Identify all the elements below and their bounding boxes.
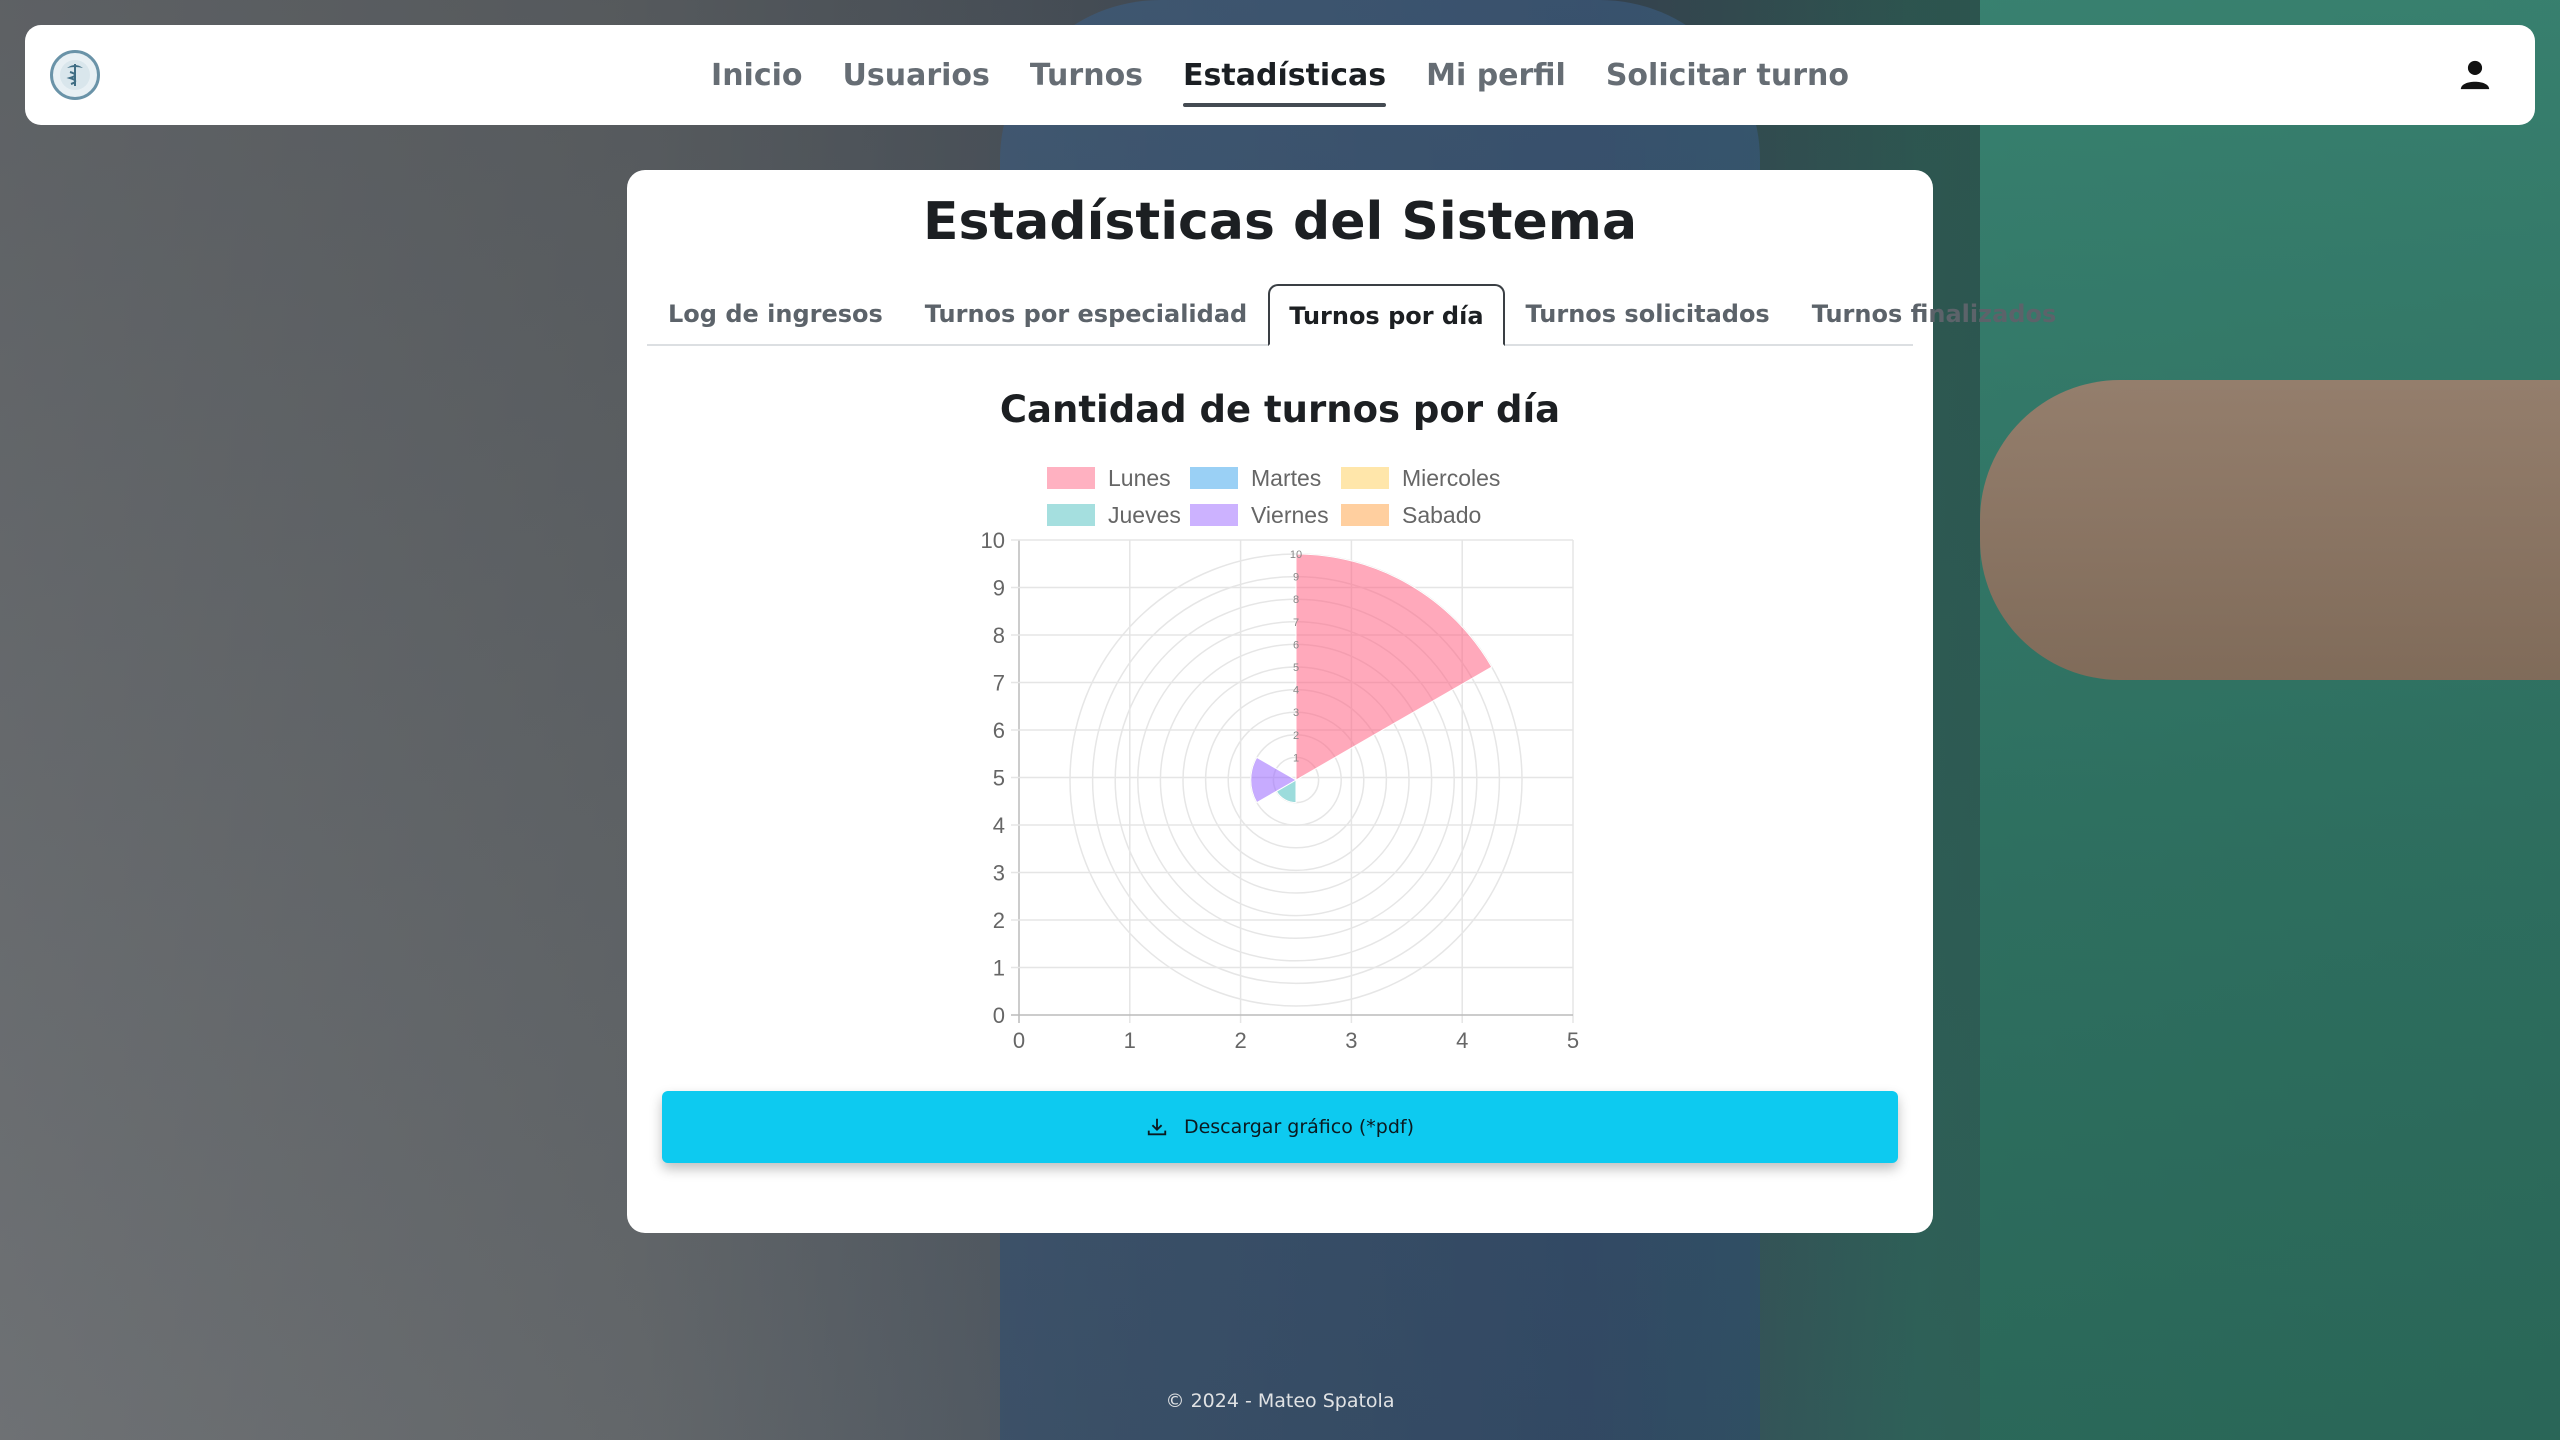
radial-tick-label: 6 — [1293, 639, 1299, 651]
download-icon — [1147, 1118, 1167, 1136]
radial-tick-label: 7 — [1293, 617, 1299, 629]
radial-tick-label: 4 — [1293, 685, 1299, 697]
y-tick-label: 6 — [993, 718, 1005, 743]
legend-swatch-miercoles — [1341, 467, 1389, 489]
legend-swatch-martes — [1190, 467, 1238, 489]
chart-title: Cantidad de turnos por día — [1000, 388, 1560, 431]
legend-label-miercoles: Miercoles — [1402, 465, 1500, 491]
legend-swatch-sabado — [1341, 504, 1389, 526]
legend-label-viernes: Viernes — [1251, 502, 1329, 528]
radial-tick-label: 3 — [1293, 707, 1299, 719]
radial-tick-label: 8 — [1293, 594, 1299, 606]
statistics-card: Estadísticas del Sistema Log de ingresos… — [627, 170, 2056, 1233]
y-tick-label: 3 — [993, 861, 1005, 886]
footer-credit: © 2024 - Mateo Spatola — [1165, 1390, 1395, 1412]
chart-legend: Lunes Martes Miercoles Jueves Viernes Sabado — [1047, 465, 1500, 528]
download-button-label: Descargar gráfico (*pdf) — [1183, 1116, 1415, 1138]
nav-link-mi-perfil[interactable]: Mi perfil — [1426, 52, 1566, 99]
background-arm — [1980, 380, 2560, 680]
person-icon[interactable] — [2455, 55, 2495, 95]
y-tick-label: 4 — [993, 813, 1005, 838]
radial-tick-label: 5 — [1293, 662, 1299, 674]
legend-swatch-jueves — [1047, 504, 1095, 526]
background-figure-right — [1980, 0, 2560, 1440]
legend-swatch-viernes — [1190, 504, 1238, 526]
radial-tick-label: 2 — [1293, 730, 1299, 742]
y-tick-label: 7 — [993, 671, 1005, 696]
legend-label-martes: Martes — [1251, 465, 1321, 491]
radial-tick-label: 9 — [1293, 572, 1299, 584]
radial-tick-label: 1 — [1293, 752, 1299, 764]
nav-link-usuarios[interactable]: Usuarios — [843, 52, 990, 99]
x-tick-label: 5 — [1567, 1028, 1579, 1053]
nav-link-inicio[interactable]: Inicio — [711, 52, 802, 99]
nav-link-solicitar-turno[interactable]: Solicitar turno — [1606, 52, 1849, 99]
x-tick-label: 0 — [1013, 1028, 1025, 1053]
download-chart-button[interactable]: Descargar gráfico (*pdf) — [662, 1091, 1898, 1163]
y-tick-label: 1 — [993, 956, 1005, 981]
y-tick-label: 5 — [993, 766, 1005, 791]
y-tick-label: 8 — [993, 623, 1005, 648]
legend-label-lunes: Lunes — [1108, 465, 1171, 491]
caduceus-logo-icon[interactable] — [50, 50, 100, 100]
y-tick-label: 0 — [993, 1003, 1005, 1028]
x-tick-label: 4 — [1456, 1028, 1468, 1053]
top-navbar: Inicio Usuarios Turnos Estadísticas Mi p… — [25, 25, 2535, 125]
y-tick-label: 9 — [993, 576, 1005, 601]
radial-tick-label: 10 — [1290, 549, 1302, 561]
nav-link-estadisticas[interactable]: Estadísticas — [1183, 52, 1387, 107]
legend-swatch-lunes — [1047, 467, 1095, 489]
y-tick-label: 2 — [993, 908, 1005, 933]
legend-label-sabado: Sabado — [1402, 502, 1481, 528]
x-tick-label: 1 — [1124, 1028, 1136, 1053]
y-tick-label: 10 — [981, 528, 1005, 553]
x-tick-label: 2 — [1234, 1028, 1246, 1053]
nav-link-turnos[interactable]: Turnos — [1030, 52, 1143, 99]
legend-label-jueves: Jueves — [1108, 502, 1181, 528]
nav-links: Inicio Usuarios Turnos Estadísticas Mi p… — [711, 52, 1849, 107]
polar-area-chart: Cantidad de turnos por día Lunes Martes Mi… — [981, 388, 1580, 1053]
chart-slices — [1250, 553, 1493, 804]
x-tick-label: 3 — [1345, 1028, 1357, 1053]
